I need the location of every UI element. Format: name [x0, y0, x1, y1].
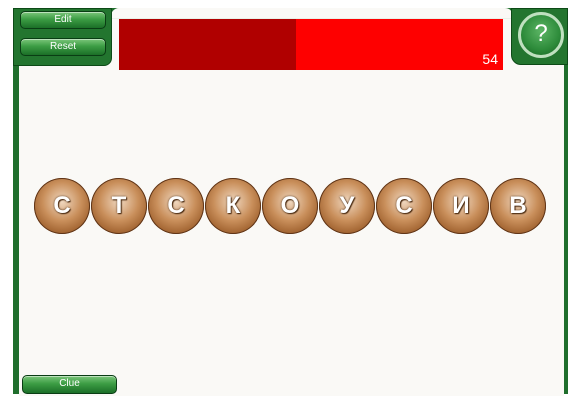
tile-letter: С	[395, 192, 413, 219]
letter-tile[interactable]: У	[319, 178, 375, 234]
tile-letter: Т	[111, 192, 127, 219]
timer-elapsed-fill	[119, 19, 296, 70]
letter-tile[interactable]: К	[205, 178, 261, 234]
timer-bar: 54	[119, 19, 503, 70]
reset-button[interactable]: Reset	[20, 38, 106, 56]
letter-tile[interactable]: И	[433, 178, 489, 234]
tile-letter: И	[452, 192, 470, 219]
tile-letter: О	[280, 192, 300, 219]
letter-tile[interactable]: В	[490, 178, 546, 234]
tile-letter: У	[339, 192, 355, 219]
tile-letter: В	[509, 192, 527, 219]
letter-tile[interactable]: С	[148, 178, 204, 234]
letter-tile[interactable]: О	[262, 178, 318, 234]
letter-tile[interactable]: С	[34, 178, 90, 234]
letter-tile[interactable]: С	[376, 178, 432, 234]
tile-letter: С	[53, 192, 71, 219]
edit-button[interactable]: Edit	[20, 11, 106, 29]
tile-letter: С	[167, 192, 185, 219]
tile-letter: К	[225, 192, 241, 219]
timer-count: 54	[482, 51, 498, 67]
help-button[interactable]: ?	[518, 12, 564, 58]
top-tab	[111, 8, 513, 18]
clue-button[interactable]: Clue	[22, 375, 117, 394]
letter-tile[interactable]: Т	[91, 178, 147, 234]
